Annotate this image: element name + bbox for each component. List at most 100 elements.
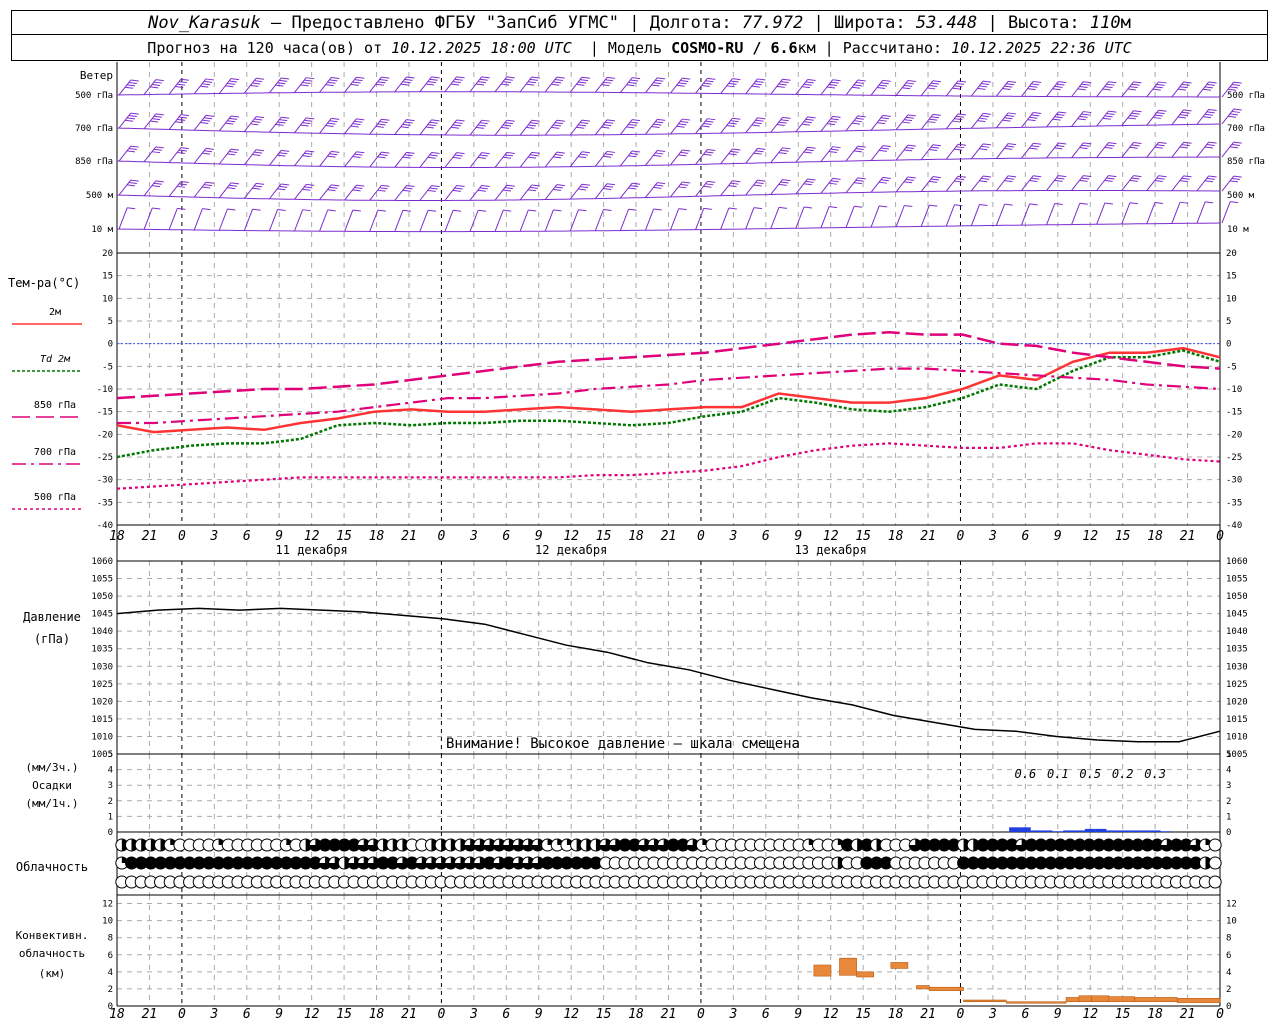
wind-barb-staff — [193, 208, 203, 231]
temp-xtick: 9 — [794, 529, 802, 544]
wind-barb-feather — [302, 209, 311, 212]
wind-barb-feather — [981, 115, 990, 118]
wind-barb-feather — [904, 149, 913, 152]
wind-barb-feather — [377, 81, 386, 84]
conv-bar — [839, 957, 857, 976]
wind-barb-feather — [1006, 177, 1015, 180]
wind-barb — [1046, 175, 1067, 191]
wind-barb-feather — [551, 126, 560, 129]
temp-xtick: 18 — [369, 529, 385, 544]
wind-barb-feather — [252, 187, 261, 190]
wind-barb-feather — [1233, 81, 1242, 84]
temp-legend-label: Td 2м — [40, 354, 71, 365]
wind-barb-feather — [229, 184, 238, 187]
wind-barb — [1196, 175, 1217, 192]
wind-barb-feather — [981, 145, 990, 148]
conv-xtick: 12 — [304, 1007, 320, 1022]
wind-barb-feather — [957, 113, 967, 116]
wind-barb-feather — [828, 182, 837, 185]
wind-barb-feather — [275, 84, 284, 87]
wind-barb-feather — [603, 187, 612, 190]
wind-barb — [1171, 81, 1192, 98]
wind-barb-feather — [227, 153, 236, 156]
wind-barb-feather — [753, 184, 762, 187]
prec-bar — [1106, 830, 1118, 832]
wind-barb-feather — [630, 121, 639, 124]
wind-barb-staff — [895, 205, 905, 227]
wind-barb-feather — [853, 120, 863, 123]
wind-barb-feather — [252, 82, 261, 85]
wind-barb — [870, 205, 888, 228]
wind-barb-feather — [404, 78, 413, 81]
wind-barb — [1096, 202, 1113, 225]
prec-total-label: 0.6 — [1015, 767, 1037, 781]
wind-barb-feather — [381, 184, 390, 187]
wind-barb — [1121, 202, 1138, 225]
wind-barb-feather — [327, 209, 336, 212]
wind-barb-feather — [1154, 114, 1163, 117]
wind-barb — [193, 181, 214, 198]
wind-barb — [745, 207, 762, 230]
wind-barb — [269, 77, 290, 94]
wind-barb-staff — [243, 209, 254, 231]
wind-barb-feather — [657, 77, 666, 80]
wind-barb-feather — [807, 146, 816, 149]
wind-barb — [895, 176, 916, 193]
temp-tick-left: -20 — [97, 430, 113, 440]
wind-barb-feather — [1027, 119, 1036, 122]
wind-barb — [1121, 175, 1142, 191]
wind-barb-feather — [205, 181, 214, 184]
wind-barb-feather — [379, 78, 388, 81]
wind-barb — [494, 76, 515, 93]
wind-barb-feather — [281, 116, 290, 119]
temp-xtick: 6 — [762, 529, 770, 544]
wind-barb-feather — [452, 124, 461, 127]
wind-barb — [444, 185, 465, 201]
wind-barb-feather — [1230, 201, 1239, 204]
wind-barb — [1096, 110, 1117, 127]
wind-barb-feather — [1079, 147, 1088, 150]
wind-barb-feather — [581, 119, 591, 122]
wind-barb — [168, 147, 189, 163]
wind-barb-staff — [845, 206, 855, 228]
wind-barb-feather — [780, 81, 789, 84]
wind-barb-feather — [882, 79, 891, 82]
wind-barb — [995, 203, 1013, 226]
wind-barb-feather — [128, 182, 137, 185]
wind-barb-feather — [327, 122, 336, 125]
pressure-ylabel-unit: (гПа) — [34, 632, 70, 646]
wind-barb-feather — [331, 150, 340, 153]
wind-barb-feather — [479, 122, 488, 125]
wind-barb-feather — [356, 76, 365, 79]
wind-barb-feather — [605, 121, 614, 124]
wind-barb — [945, 175, 967, 192]
wind-barb-feather — [632, 182, 641, 185]
wind-barb-feather — [904, 205, 913, 207]
prec-bar — [1117, 830, 1129, 832]
wind-barb-feather — [605, 185, 614, 188]
conv-xtick: 6 — [762, 1007, 770, 1022]
wind-barb-feather — [153, 148, 162, 151]
wind-barb-feather — [1233, 141, 1242, 144]
wind-barb — [645, 77, 666, 94]
wind-barb — [995, 112, 1017, 129]
wind-barb-feather — [929, 118, 938, 121]
wind-barb-feather — [676, 125, 685, 128]
wind-barb-feather — [427, 124, 436, 127]
wind-barb-feather — [1033, 111, 1042, 114]
wind-barb — [1096, 142, 1117, 158]
wind-barb-feather — [857, 177, 866, 180]
wind-barb — [895, 144, 916, 161]
temp-tick-left: 5 — [108, 317, 113, 327]
wind-barb-feather — [1102, 88, 1111, 91]
wind-barb-feather — [502, 156, 512, 159]
wind-barb-feather — [682, 149, 691, 152]
wind-barb-feather — [932, 144, 941, 147]
wind-barb-feather — [828, 84, 837, 87]
wind-barb-feather — [1231, 143, 1240, 146]
wind-barb-feather — [277, 121, 286, 124]
wind-barb-feather — [225, 122, 234, 125]
wind-barb-feather — [680, 183, 689, 186]
conv-tick-right: 0 — [1226, 1002, 1231, 1012]
cloud-symbol — [1208, 838, 1222, 852]
